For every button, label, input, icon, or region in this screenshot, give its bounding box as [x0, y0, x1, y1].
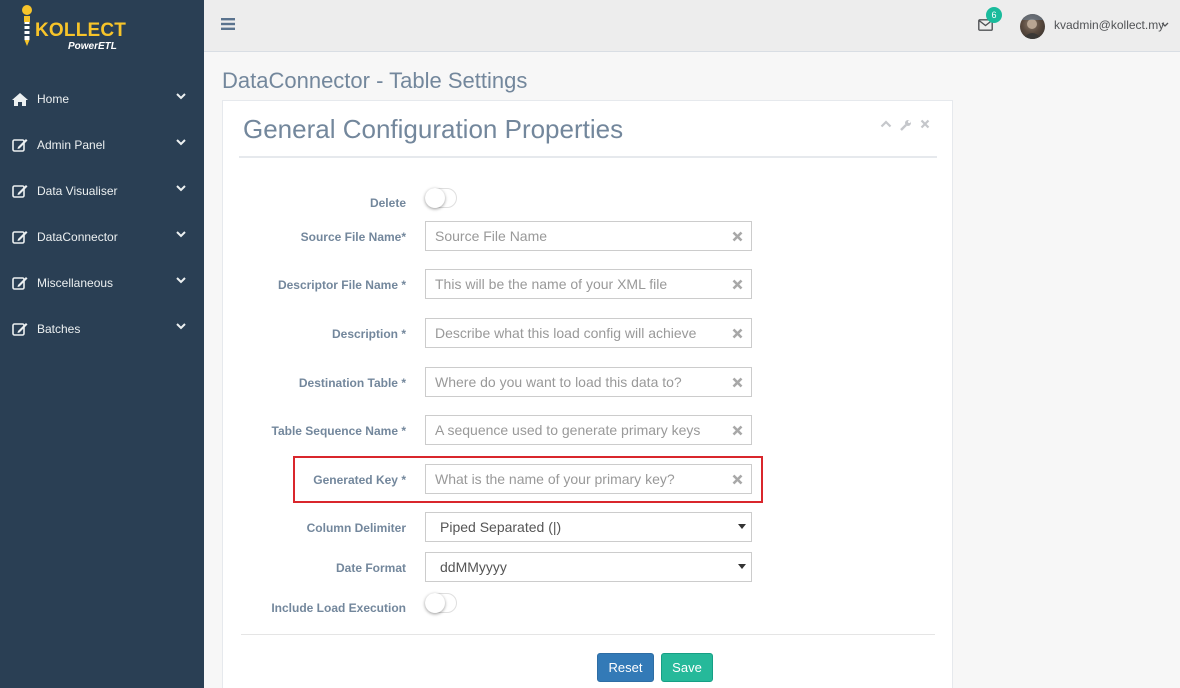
sidebar-item-label: DataConnector — [37, 230, 118, 244]
user-menu[interactable]: kvadmin@kollect.my — [1054, 18, 1164, 32]
edit-icon — [11, 138, 29, 152]
toggle-knob — [425, 188, 445, 208]
table-sequence-name-input[interactable] — [426, 416, 716, 444]
brand-logo[interactable]: KOLLECT PowerETL — [18, 4, 138, 52]
source-file-name-input[interactable] — [426, 222, 716, 250]
sidebar-item-data-visualiser[interactable]: Data Visualiser — [0, 168, 204, 214]
destination-table-label: Destination Table * — [298, 376, 406, 390]
clear-icon[interactable] — [732, 328, 743, 339]
description-field — [425, 318, 752, 348]
sidebar-item-label: Data Visualiser — [37, 184, 118, 198]
sidebar-item-label: Admin Panel — [37, 138, 106, 152]
sidebar-item-batches[interactable]: Batches — [0, 306, 204, 352]
panel-divider — [239, 156, 937, 158]
toggle-knob — [425, 593, 445, 613]
date-format-select[interactable]: ddMMyyyy — [425, 552, 752, 582]
brand-tagline: PowerETL — [68, 41, 117, 52]
logo-pin-icon — [22, 5, 32, 46]
delete-toggle[interactable] — [425, 188, 457, 208]
wrench-icon[interactable] — [900, 119, 912, 131]
delete-label: Delete — [369, 196, 406, 210]
notification-badge: 6 — [986, 7, 1002, 23]
page-title: DataConnector - Table Settings — [222, 68, 528, 93]
date-format-label: Date Format — [335, 561, 406, 575]
close-icon[interactable] — [920, 119, 930, 129]
sidebar-item-admin-panel[interactable]: Admin Panel — [0, 122, 204, 168]
collapse-chevron-up-icon[interactable] — [880, 119, 892, 129]
chevron-down-icon — [176, 93, 186, 100]
destination-table-field — [425, 367, 752, 397]
home-icon — [11, 92, 29, 106]
edit-icon — [11, 230, 29, 244]
chevron-down-icon — [176, 185, 186, 192]
include-load-execution-label: Include Load Execution — [271, 601, 406, 615]
panel-title: General Configuration Properties — [243, 114, 624, 144]
sidebar-item-label: Home — [37, 92, 70, 106]
sidebar-nav: Home Admin Panel Data Visualiser DataCon… — [0, 76, 204, 352]
source-file-name-label: Source File Name* — [300, 230, 406, 244]
table-sequence-name-label: Table Sequence Name * — [271, 424, 407, 438]
save-button[interactable]: Save — [661, 653, 713, 682]
chevron-down-icon — [176, 277, 186, 284]
date-format-value: ddMMyyyy — [440, 559, 507, 575]
clear-icon[interactable] — [732, 474, 743, 485]
config-panel: General Configuration Properties Delete … — [222, 100, 953, 688]
top-navbar: 6 kvadmin@kollect.my — [204, 0, 1180, 52]
column-delimiter-value: Piped Separated (|) — [440, 519, 562, 535]
chevron-down-icon — [176, 231, 186, 238]
chevron-down-icon[interactable] — [1161, 22, 1169, 28]
column-delimiter-label: Column Delimiter — [306, 521, 406, 535]
chevron-down-icon — [176, 139, 186, 146]
caret-down-icon — [738, 564, 746, 569]
generated-key-label: Generated Key * — [313, 473, 406, 487]
descriptor-file-name-input[interactable] — [426, 270, 716, 298]
brand-name: KOLLECT — [35, 20, 127, 41]
reset-button[interactable]: Reset — [597, 653, 654, 682]
sidebar: KOLLECT PowerETL Home Admin Panel Data V… — [0, 0, 204, 688]
clear-icon[interactable] — [732, 279, 743, 290]
column-delimiter-select[interactable]: Piped Separated (|) — [425, 512, 752, 542]
descriptor-file-name-field — [425, 269, 752, 299]
sidebar-item-label: Miscellaneous — [37, 276, 114, 290]
chevron-down-icon — [176, 323, 186, 330]
edit-icon — [11, 322, 29, 336]
caret-down-icon — [738, 524, 746, 529]
table-sequence-name-field — [425, 415, 752, 445]
sidebar-item-miscellaneous[interactable]: Miscellaneous — [0, 260, 204, 306]
generated-key-input[interactable] — [426, 465, 716, 493]
clear-icon[interactable] — [732, 377, 743, 388]
edit-icon — [11, 184, 29, 198]
include-load-execution-toggle[interactable] — [425, 593, 457, 613]
description-label: Description * — [331, 327, 406, 341]
clear-icon[interactable] — [732, 425, 743, 436]
hamburger-menu-icon[interactable] — [221, 17, 235, 31]
sidebar-item-dataconnector[interactable]: DataConnector — [0, 214, 204, 260]
source-file-name-field — [425, 221, 752, 251]
descriptor-file-name-label: Descriptor File Name * — [277, 278, 406, 292]
avatar[interactable] — [1020, 14, 1045, 39]
sidebar-item-home[interactable]: Home — [0, 76, 204, 122]
sidebar-item-label: Batches — [37, 322, 81, 336]
clear-icon[interactable] — [732, 231, 743, 242]
edit-icon — [11, 276, 29, 290]
destination-table-input[interactable] — [426, 368, 716, 396]
form-divider — [241, 634, 935, 635]
description-input[interactable] — [426, 319, 716, 347]
panel-toolbox — [880, 119, 930, 131]
generated-key-field — [425, 464, 752, 494]
